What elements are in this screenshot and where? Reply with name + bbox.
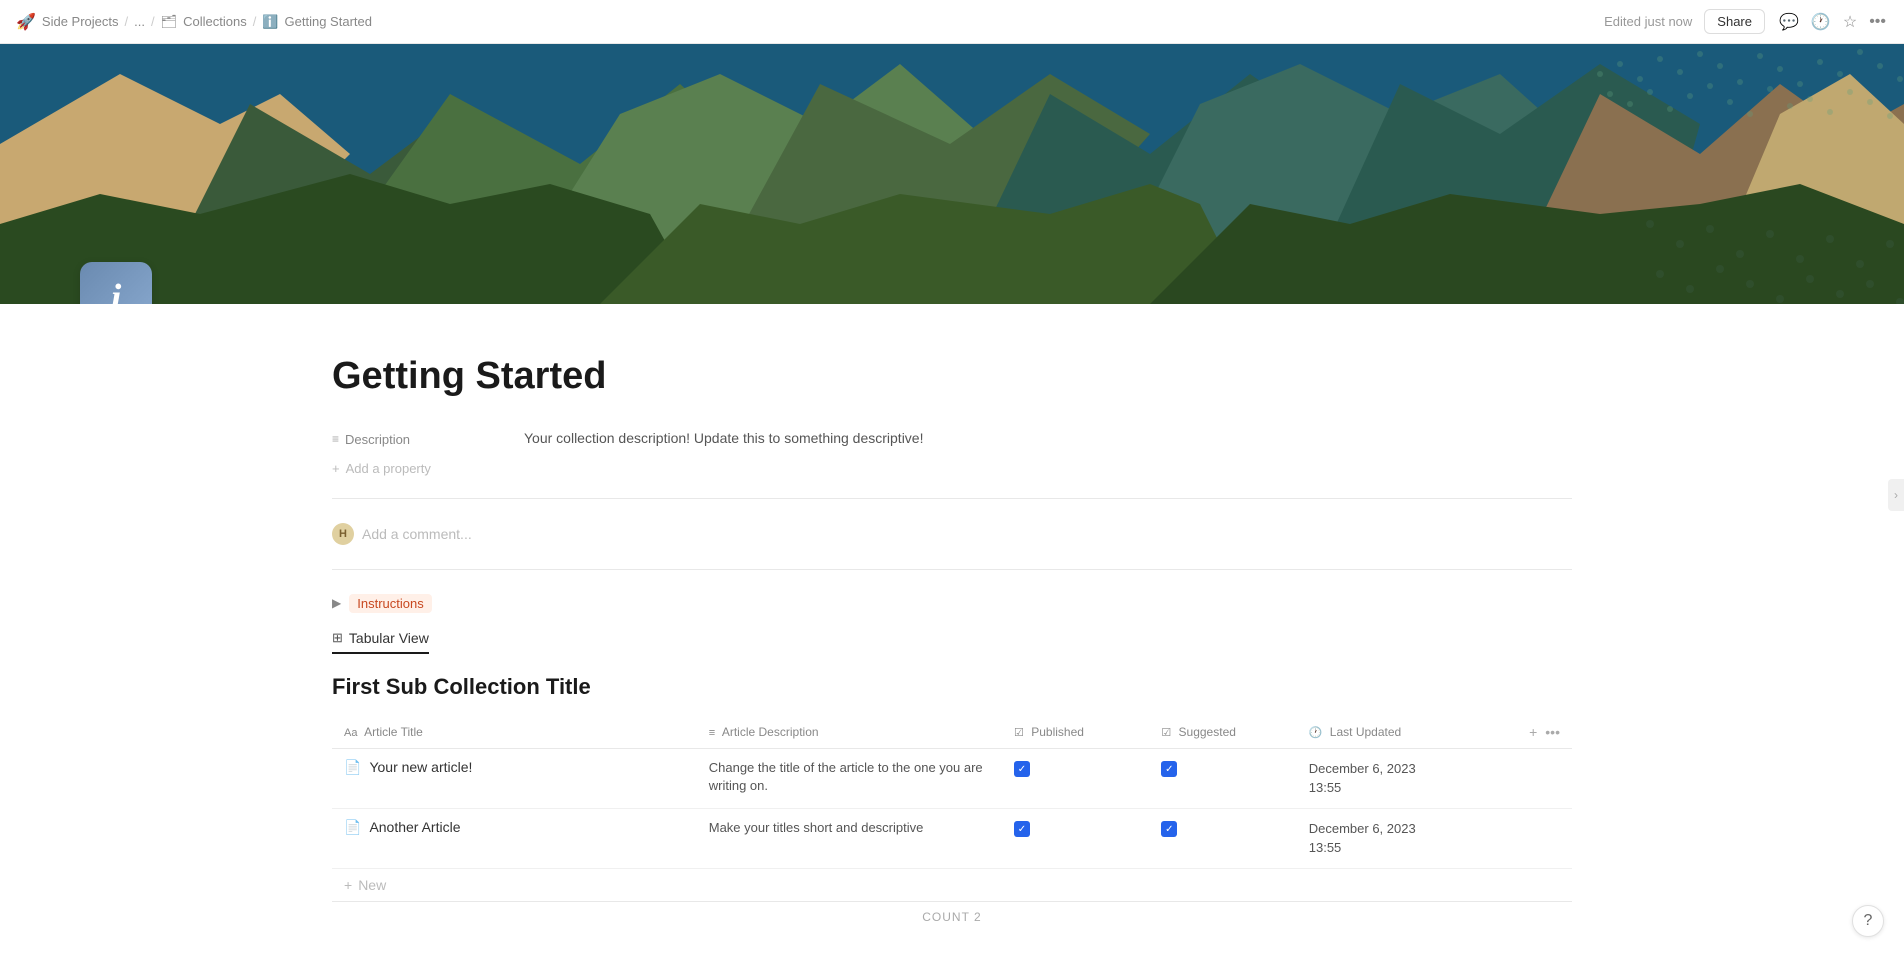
- table-icon: ⊞: [332, 630, 343, 646]
- main-content: i Getting Started ≡ Description Your col…: [0, 44, 1904, 972]
- add-property-button[interactable]: + Add a property: [332, 455, 1572, 482]
- col-header-suggested: ☑ Suggested: [1149, 716, 1296, 749]
- more-col-icon[interactable]: •••: [1545, 724, 1560, 740]
- col-header-published: ☑ Published: [1002, 716, 1149, 749]
- properties-section: ≡ Description Your collection descriptio…: [332, 424, 1572, 482]
- description-value[interactable]: Your collection description! Update this…: [524, 430, 1572, 446]
- article-desc-cell-0: Change the title of the article to the o…: [697, 748, 1002, 808]
- comment-icon[interactable]: 💬: [1777, 10, 1801, 34]
- table-row: 📄 Another Article Make your titles short…: [332, 808, 1572, 868]
- article-title-text: Your new article!: [369, 759, 472, 775]
- article-table: Aa Article Title ≡ Article Description ☑…: [332, 716, 1572, 869]
- desc-icon: ≡: [709, 727, 715, 739]
- description-property: ≡ Description Your collection descriptio…: [332, 424, 1572, 455]
- divider-1: [332, 498, 1572, 499]
- aa-icon: Aa: [344, 727, 357, 739]
- edit-status: Edited just now: [1604, 14, 1692, 29]
- collections-icon: 🗂: [161, 14, 178, 30]
- table-header-row: Aa Article Title ≡ Article Description ☑…: [332, 716, 1572, 749]
- hero-banner: i: [0, 44, 1904, 304]
- suggested-icon: ☑: [1161, 727, 1171, 739]
- add-property-label: Add a property: [346, 461, 431, 476]
- article-desc-text-1: Make your titles short and descriptive: [709, 820, 924, 835]
- row-actions-1: [1517, 808, 1572, 868]
- col-header-title: Aa Article Title: [332, 716, 697, 749]
- col-header-desc: ≡ Article Description: [697, 716, 1002, 749]
- topbar-icons: 💬 🕐 ☆ •••: [1777, 10, 1888, 34]
- sub-collection-title: First Sub Collection Title: [332, 674, 1572, 700]
- article-title-cell[interactable]: 📄 Your new article!: [332, 748, 697, 808]
- suggested-cell-0[interactable]: ✓: [1149, 748, 1296, 808]
- history-icon[interactable]: 🕐: [1809, 10, 1833, 34]
- count-value: 2: [974, 910, 982, 924]
- checkbox-icon: ☑: [1014, 727, 1024, 739]
- breadcrumb-workspace[interactable]: Side Projects: [42, 14, 119, 29]
- tabular-view-tab[interactable]: ⊞ Tabular View: [332, 630, 429, 654]
- instructions-toggle[interactable]: ▶ Instructions: [332, 586, 1572, 621]
- breadcrumb: 🚀 Side Projects / ... / 🗂 Collections / …: [16, 12, 372, 32]
- published-checkbox-1[interactable]: ✓: [1014, 821, 1030, 837]
- page-title[interactable]: Getting Started: [332, 354, 1572, 400]
- published-cell-1[interactable]: ✓: [1002, 808, 1149, 868]
- doc-icon-1: 📄: [344, 819, 361, 836]
- page-icon: i: [80, 262, 152, 304]
- star-icon[interactable]: ☆: [1841, 10, 1859, 34]
- date-text-0: December 6, 2023 13:55: [1309, 759, 1505, 798]
- content-area: Getting Started ≡ Description Your colle…: [252, 304, 1652, 972]
- published-checkbox-0[interactable]: ✓: [1014, 761, 1030, 777]
- new-row-button[interactable]: + New: [332, 869, 1572, 901]
- updated-cell-0: December 6, 2023 13:55: [1297, 748, 1517, 808]
- breadcrumb-sep2: /: [151, 14, 155, 29]
- count-label: COUNT: [922, 910, 969, 924]
- plus-new-icon: +: [344, 877, 352, 893]
- tabular-view-label: Tabular View: [349, 630, 429, 646]
- breadcrumb-collections[interactable]: Collections: [183, 14, 247, 29]
- article-desc-text-0: Change the title of the article to the o…: [709, 760, 983, 793]
- topbar: 🚀 Side Projects / ... / 🗂 Collections / …: [0, 0, 1904, 44]
- new-label: New: [358, 877, 386, 893]
- comment-area[interactable]: H Add a comment...: [332, 515, 1572, 553]
- plus-icon: +: [332, 461, 340, 476]
- suggested-checkbox-0[interactable]: ✓: [1161, 761, 1177, 777]
- breadcrumb-page-icon: ℹ️: [262, 14, 278, 30]
- article-title-cell-1[interactable]: 📄 Another Article: [332, 808, 697, 868]
- doc-icon: 📄: [344, 759, 361, 776]
- date-text-1: December 6, 2023 13:55: [1309, 819, 1505, 858]
- article-title-text-1: Another Article: [369, 819, 460, 835]
- suggested-checkbox-1[interactable]: ✓: [1161, 821, 1177, 837]
- add-col-icon[interactable]: +: [1529, 724, 1537, 740]
- updated-cell-1: December 6, 2023 13:55: [1297, 808, 1517, 868]
- add-comment-text[interactable]: Add a comment...: [362, 526, 472, 542]
- rocket-icon: 🚀: [16, 12, 36, 32]
- help-button[interactable]: ?: [1852, 905, 1884, 937]
- count-bar: COUNT 2: [332, 901, 1572, 932]
- col-header-updated: 🕐 Last Updated: [1297, 716, 1517, 749]
- right-collapse-arrow[interactable]: ›: [1888, 479, 1904, 511]
- col-header-actions: + •••: [1517, 716, 1572, 749]
- table-row: 📄 Your new article! Change the title of …: [332, 748, 1572, 808]
- more-icon[interactable]: •••: [1867, 11, 1888, 33]
- topbar-right: Edited just now Share 💬 🕐 ☆ •••: [1604, 9, 1888, 34]
- description-label-text: Description: [345, 432, 410, 447]
- description-icon: ≡: [332, 432, 339, 446]
- row-actions-0: [1517, 748, 1572, 808]
- share-button[interactable]: Share: [1704, 9, 1765, 34]
- breadcrumb-current-page[interactable]: Getting Started: [285, 14, 372, 29]
- suggested-cell-1[interactable]: ✓: [1149, 808, 1296, 868]
- user-avatar: H: [332, 523, 354, 545]
- divider-2: [332, 569, 1572, 570]
- instructions-badge: Instructions: [349, 594, 431, 613]
- description-label: ≡ Description: [332, 430, 512, 449]
- published-cell-0[interactable]: ✓: [1002, 748, 1149, 808]
- toggle-arrow-icon: ▶: [332, 596, 341, 610]
- breadcrumb-sep1: /: [125, 14, 129, 29]
- clock-icon: 🕐: [1309, 727, 1323, 739]
- article-desc-cell-1: Make your titles short and descriptive: [697, 808, 1002, 868]
- breadcrumb-sep3: /: [253, 14, 257, 29]
- breadcrumb-ellipsis[interactable]: ...: [134, 14, 145, 29]
